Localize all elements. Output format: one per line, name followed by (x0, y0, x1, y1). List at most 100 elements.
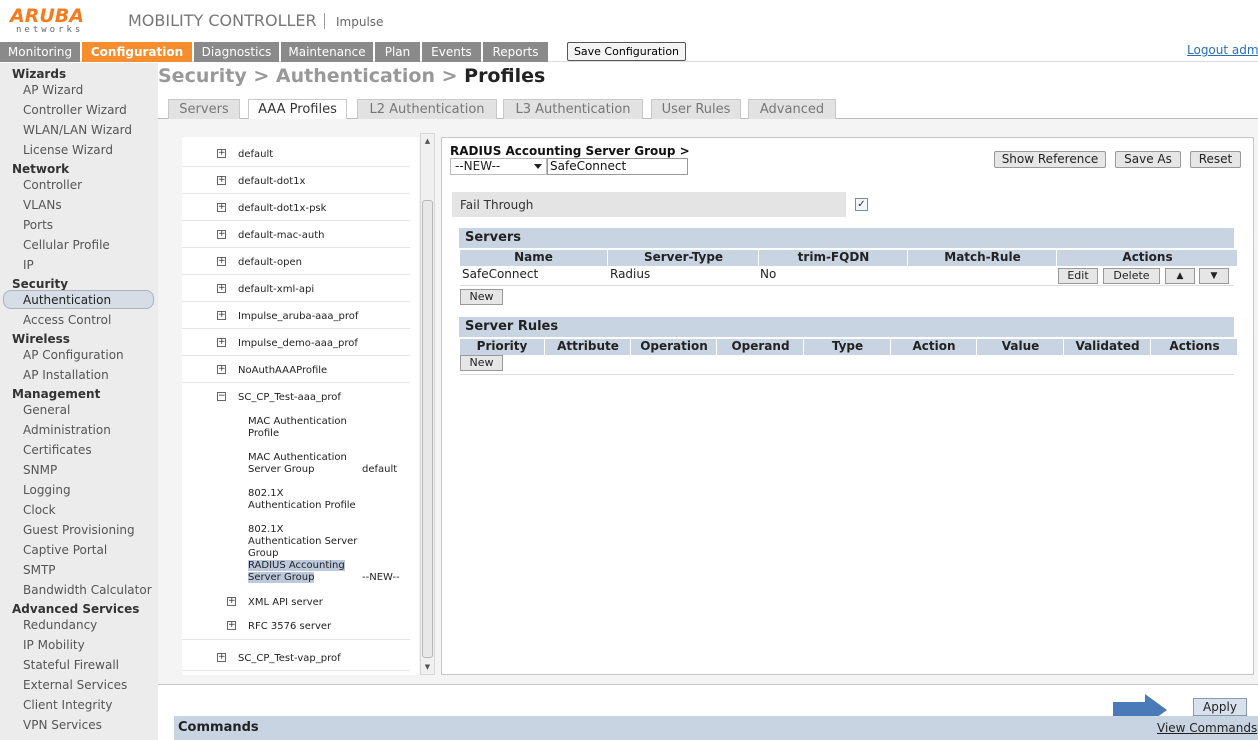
nav-tab-events[interactable]: Events (422, 42, 481, 62)
delete-server-button[interactable]: Delete (1103, 268, 1160, 284)
collapse-minus-icon[interactable]: − (217, 392, 226, 401)
sidebar-item-client-integrity[interactable]: Client Integrity (23, 698, 112, 712)
expand-plus-icon[interactable]: + (227, 621, 236, 630)
profile-instance-select[interactable]: --NEW-- (450, 158, 547, 175)
tree-node-label[interactable]: default-xml-api (238, 284, 314, 295)
tree-child-radius-accounting-server-group[interactable]: RADIUS Accounting Server Group (248, 560, 358, 584)
sidebar-item-clock[interactable]: Clock (23, 503, 56, 517)
nav-tab-configuration[interactable]: Configuration (82, 42, 192, 62)
tree-sub-node[interactable]: + RFC 3576 server (182, 613, 410, 640)
tree-node-label[interactable]: default-open (238, 257, 302, 268)
sidebar-item-stateful-firewall[interactable]: Stateful Firewall (23, 658, 119, 672)
apply-button[interactable]: Apply (1193, 698, 1247, 716)
sidebar-item-wlan-lan-wizard[interactable]: WLAN/LAN Wizard (23, 123, 132, 137)
expand-plus-icon[interactable]: + (217, 257, 226, 266)
edit-server-button[interactable]: Edit (1058, 268, 1098, 284)
tab-user-rules[interactable]: User Rules (651, 99, 741, 119)
sidebar-item-guest-provisioning[interactable]: Guest Provisioning (23, 523, 135, 537)
breadcrumb-security[interactable]: Security (158, 65, 247, 87)
tree-node-label[interactable]: NoAuthAAAProfile (238, 365, 327, 376)
tree-node[interactable]: + default-dot1x (182, 167, 410, 194)
tree-node-label[interactable]: default-dot1x-psk (238, 203, 326, 214)
new-rule-button[interactable]: New (460, 355, 503, 371)
tree-node[interactable]: + Impulse_aruba-aaa_prof (182, 302, 410, 329)
expand-plus-icon[interactable]: + (217, 653, 226, 662)
scroll-thumb[interactable] (422, 200, 433, 658)
show-reference-button[interactable]: Show Reference (994, 151, 1106, 168)
tree-node[interactable]: + default-open (182, 248, 410, 275)
sidebar-item-cellular-profile[interactable]: Cellular Profile (23, 238, 110, 252)
sidebar-item-snmp[interactable]: SNMP (23, 463, 57, 477)
tree-node-label[interactable]: Impulse_demo-aaa_prof (238, 338, 358, 349)
nav-tab-diagnostics[interactable]: Diagnostics (194, 42, 279, 62)
sidebar-item-authentication[interactable]: Authentication (23, 293, 111, 307)
tree-child-dot1x-auth-profile[interactable]: 802.1X Authentication Profile (248, 488, 358, 512)
reset-button[interactable]: Reset (1190, 151, 1241, 168)
scroll-up-arrow-icon[interactable]: ▲ (421, 134, 434, 148)
commands-bar[interactable]: Commands (174, 716, 1258, 740)
sidebar-item-controller[interactable]: Controller (23, 178, 82, 192)
selected-tree-label[interactable]: RADIUS Accounting Server Group (248, 560, 345, 583)
sidebar-item-ap-installation[interactable]: AP Installation (23, 368, 109, 382)
tree-node[interactable]: + NoAuthAAAProfile (182, 356, 410, 383)
nav-tab-plan[interactable]: Plan (375, 42, 420, 62)
tree-node[interactable]: + default-xml-api (182, 275, 410, 302)
view-commands-link[interactable]: View Commands (1157, 721, 1257, 735)
expand-plus-icon[interactable]: + (217, 230, 226, 239)
tree-sub-node-label[interactable]: RFC 3576 server (248, 621, 331, 632)
tree-sub-node[interactable]: + XML API server (182, 589, 410, 613)
sidebar-item-administration[interactable]: Administration (23, 423, 111, 437)
nav-tab-maintenance[interactable]: Maintenance (281, 42, 373, 62)
expand-plus-icon[interactable]: + (217, 311, 226, 320)
expand-plus-icon[interactable]: + (217, 203, 226, 212)
move-up-arrow-icon[interactable]: ▲ (1165, 268, 1195, 284)
profile-name-input[interactable]: SafeConnect (547, 158, 688, 175)
sidebar-item-ap-configuration[interactable]: AP Configuration (23, 348, 124, 362)
sidebar-item-captive-portal[interactable]: Captive Portal (23, 543, 107, 557)
sidebar-item-bandwidth-calculator[interactable]: Bandwidth Calculator (23, 583, 152, 597)
fail-through-checkbox[interactable]: ✓ (855, 198, 868, 211)
tree-node-label[interactable]: default-mac-auth (238, 230, 325, 241)
tab-l3-authentication[interactable]: L3 Authentication (503, 99, 643, 119)
expand-plus-icon[interactable]: + (217, 176, 226, 185)
logout-link[interactable]: Logout admi (1187, 42, 1258, 58)
tree-node-label[interactable]: SC_CP_Test-aaa_prof (238, 392, 341, 403)
save-configuration-button[interactable]: Save Configuration (567, 42, 686, 61)
expand-plus-icon[interactable]: + (227, 597, 236, 606)
expand-plus-icon[interactable]: + (217, 365, 226, 374)
tree-node[interactable]: + default-dot1x-psk (182, 194, 410, 221)
expand-plus-icon[interactable]: + (217, 338, 226, 347)
sidebar-item-external-services[interactable]: External Services (23, 678, 127, 692)
tab-advanced[interactable]: Advanced (748, 99, 836, 119)
tab-aaa-profiles[interactable]: AAA Profiles (248, 99, 347, 120)
tree-node-label[interactable]: SC_CP_Test-vap_prof (238, 653, 341, 664)
tree-scrollbar[interactable]: ▲ ▼ (420, 133, 435, 675)
sidebar-item-ip-mobility[interactable]: IP Mobility (23, 638, 85, 652)
tree-child-mac-auth-server-group[interactable]: MAC Authentication Server Group (248, 452, 358, 476)
sidebar-item-access-control[interactable]: Access Control (23, 313, 111, 327)
nav-tab-reports[interactable]: Reports (483, 42, 548, 62)
tree-node-label[interactable]: default-dot1x (238, 176, 305, 187)
sidebar-item-general[interactable]: General (23, 403, 70, 417)
sidebar-item-license-wizard[interactable]: License Wizard (23, 143, 113, 157)
sidebar-item-smtp[interactable]: SMTP (23, 563, 56, 577)
expand-plus-icon[interactable]: + (217, 284, 226, 293)
sidebar-item-ip[interactable]: IP (23, 258, 34, 272)
tab-l2-authentication[interactable]: L2 Authentication (357, 99, 497, 119)
sidebar-item-redundancy[interactable]: Redundancy (23, 618, 97, 632)
sidebar-item-certificates[interactable]: Certificates (23, 443, 92, 457)
tree-child-dot1x-auth-server-group[interactable]: 802.1X Authentication Server Group (248, 524, 358, 560)
tree-child-mac-auth-profile[interactable]: MAC Authentication Profile (248, 416, 358, 440)
sidebar-item-ports[interactable]: Ports (23, 218, 53, 232)
new-server-button[interactable]: New (460, 289, 503, 305)
sidebar-item-controller-wizard[interactable]: Controller Wizard (23, 103, 127, 117)
tree-node-label[interactable]: Impulse_aruba-aaa_prof (238, 311, 358, 322)
scroll-down-arrow-icon[interactable]: ▼ (421, 660, 434, 674)
expand-plus-icon[interactable]: + (217, 149, 226, 158)
tree-node[interactable]: + SC_CP_Test-vap_prof (182, 644, 410, 671)
sidebar-item-vpn-services[interactable]: VPN Services (23, 718, 102, 732)
tree-node[interactable]: + default (182, 140, 410, 167)
sidebar-item-vlans[interactable]: VLANs (23, 198, 62, 212)
tree-node[interactable]: + Impulse_demo-aaa_prof (182, 329, 410, 356)
tree-node[interactable]: + default-mac-auth (182, 221, 410, 248)
